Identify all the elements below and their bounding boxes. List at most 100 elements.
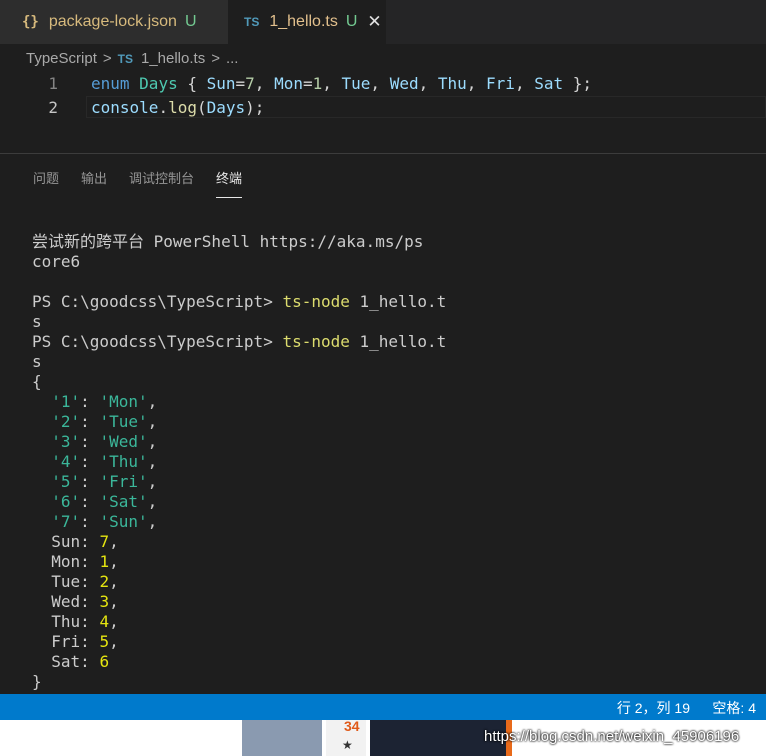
terminal-line: '2': 'Tue', bbox=[32, 412, 446, 432]
terminal-text: core6 bbox=[32, 252, 81, 271]
terminal-line: Mon: 1, bbox=[32, 552, 446, 572]
code-token: = bbox=[235, 74, 246, 93]
terminal-line: } bbox=[32, 672, 446, 692]
code-token: 1 bbox=[312, 74, 323, 93]
typescript-icon: TS bbox=[117, 51, 133, 66]
terminal-text: } bbox=[32, 672, 42, 691]
terminal-text: , bbox=[147, 432, 158, 451]
background-page-strip: 34 ★ https://blog.csdn.net/weixin_459061… bbox=[0, 718, 766, 756]
code-text: console.log(Days); bbox=[91, 96, 264, 120]
terminal-text: , bbox=[147, 452, 158, 471]
terminal-text: , bbox=[109, 592, 119, 611]
line-number: 2 bbox=[48, 98, 58, 117]
code-token: ( bbox=[196, 98, 207, 117]
code-token: Sun bbox=[206, 74, 236, 93]
untracked-badge: U bbox=[184, 13, 197, 30]
panel-tab[interactable]: 终端 bbox=[216, 168, 243, 198]
breadcrumb: TypeScript > TS 1_hello.ts > ... bbox=[26, 50, 238, 67]
cursor-position[interactable]: 行 2，列 19 bbox=[617, 698, 690, 718]
terminal-text: : bbox=[80, 392, 100, 411]
terminal-text: 2 bbox=[99, 572, 110, 591]
terminal-line: { bbox=[32, 372, 446, 392]
code-token: Mon bbox=[274, 74, 303, 93]
terminal-text: : bbox=[80, 512, 100, 531]
terminal-line: '1': 'Mon', bbox=[32, 392, 446, 412]
terminal-text: 6 bbox=[99, 652, 110, 671]
status-bar: 行 2，列 19 空格: 4 bbox=[0, 694, 766, 720]
terminal-text: 5 bbox=[99, 632, 110, 651]
terminal-text: '3' bbox=[51, 432, 81, 451]
terminal-line: s bbox=[32, 312, 446, 332]
indentation-setting[interactable]: 空格: 4 bbox=[712, 698, 756, 718]
terminal-text: '6' bbox=[51, 492, 81, 511]
thumbnail-card: 34 ★ bbox=[326, 718, 366, 756]
tab-1-hello-ts[interactable]: TS 1_hello.ts U ✕ bbox=[228, 0, 386, 44]
terminal-line: Wed: 3, bbox=[32, 592, 446, 612]
terminal-line: Tue: 2, bbox=[32, 572, 446, 592]
code-text: enum Days { Sun=7, Mon=1, Tue, Wed, Thu,… bbox=[91, 72, 592, 96]
terminal-text: , bbox=[109, 552, 119, 571]
panel-tabs: 问题 输出 调试控制台 终端 bbox=[33, 168, 264, 198]
terminal-line: '6': 'Sat', bbox=[32, 492, 446, 512]
tab-label: 1_hello.ts bbox=[269, 13, 338, 30]
terminal-line: Thu: 4, bbox=[32, 612, 446, 632]
terminal-text: 'Wed' bbox=[99, 432, 148, 451]
code-token: , bbox=[418, 74, 438, 93]
code-token: enum bbox=[91, 74, 130, 93]
code-token: Days bbox=[206, 98, 246, 117]
terminal-text: , bbox=[109, 572, 119, 591]
code-token: , bbox=[514, 74, 535, 93]
terminal-output[interactable]: 尝试新的跨平台 PowerShell https://aka.ms/ps core… bbox=[32, 232, 446, 692]
terminal-text: '2' bbox=[51, 412, 81, 431]
code-token: Thu bbox=[437, 74, 467, 93]
close-icon[interactable]: ✕ bbox=[367, 12, 381, 32]
bottom-panel: 问题 输出 调试控制台 终端 尝试新的跨平台 PowerShell https://a… bbox=[0, 153, 766, 695]
tab-label: package-lock.json bbox=[48, 13, 177, 30]
panel-tab[interactable]: 问题 bbox=[33, 168, 59, 198]
terminal-text: 4 bbox=[99, 612, 110, 631]
tab-package-lock-json[interactable]: {} package-lock.json U bbox=[0, 0, 228, 44]
thumbnail-image bbox=[242, 720, 322, 756]
breadcrumb-file[interactable]: 1_hello.ts bbox=[141, 50, 205, 67]
code-token: console bbox=[91, 98, 159, 117]
terminal-text: : bbox=[80, 412, 100, 431]
code-token: }; bbox=[563, 74, 593, 93]
terminal-line: 尝试新的跨平台 PowerShell https://aka.ms/ps bbox=[32, 232, 446, 252]
code-token: 7 bbox=[245, 74, 255, 93]
watermark-url: https://blog.csdn.net/weixin_45906196 bbox=[484, 728, 740, 745]
terminal-text: '5' bbox=[51, 472, 81, 491]
code-token: Wed bbox=[389, 74, 419, 93]
terminal-text: '4' bbox=[51, 452, 81, 471]
terminal-text: Thu: bbox=[32, 612, 100, 631]
panel-tab[interactable]: 输出 bbox=[81, 168, 107, 198]
terminal-line: '4': 'Thu', bbox=[32, 452, 446, 472]
star-icon: ★ bbox=[342, 738, 353, 752]
terminal-text: , bbox=[109, 632, 119, 651]
terminal-line: s bbox=[32, 352, 446, 372]
editor-tab-bar: {} package-lock.json U TS 1_hello.ts U ✕ bbox=[0, 0, 766, 44]
terminal-text: 1_hello.t bbox=[349, 292, 447, 311]
terminal-line: '5': 'Fri', bbox=[32, 472, 446, 492]
code-token: , bbox=[322, 74, 342, 93]
code-editor[interactable]: 1 enum Days { Sun=7, Mon=1, Tue, Wed, Thu… bbox=[0, 72, 766, 128]
terminal-text: '1' bbox=[51, 392, 81, 411]
terminal-text: , bbox=[109, 532, 119, 551]
terminal-text: , bbox=[147, 512, 158, 531]
line-number: 1 bbox=[48, 74, 58, 93]
panel-tab[interactable]: 调试控制台 bbox=[129, 168, 194, 198]
breadcrumb-more[interactable]: ... bbox=[226, 50, 239, 67]
breadcrumb-folder[interactable]: TypeScript bbox=[26, 50, 97, 67]
terminal-text: , bbox=[147, 492, 158, 511]
untracked-badge: U bbox=[345, 13, 358, 30]
terminal-text: 'Tue' bbox=[99, 412, 148, 431]
terminal-text: : bbox=[80, 452, 100, 471]
terminal-text: Wed: bbox=[32, 592, 100, 611]
terminal-text: 'Thu' bbox=[99, 452, 148, 471]
terminal-line: Fri: 5, bbox=[32, 632, 446, 652]
